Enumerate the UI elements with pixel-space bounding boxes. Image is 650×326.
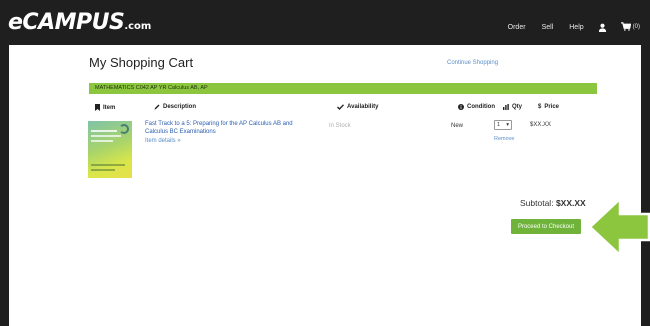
cart-count: (0) xyxy=(632,24,640,30)
nav-sell-link[interactable]: Sell xyxy=(542,24,554,31)
column-condition-label: Condition xyxy=(467,104,495,110)
nav-help-link[interactable]: Help xyxy=(569,24,583,31)
logo-suffix: .com xyxy=(124,21,152,32)
cart-content: My Shopping Cart Continue Shopping MATHE… xyxy=(9,45,641,326)
quantity-value: 1 xyxy=(497,122,501,128)
item-title-link[interactable]: Fast Track to a 5: Preparing for the AP … xyxy=(145,121,315,136)
column-item-label: Item xyxy=(103,104,116,111)
bookmark-icon xyxy=(95,104,100,111)
item-condition: New xyxy=(451,123,464,129)
pencil-icon xyxy=(154,104,160,110)
continue-shopping-link[interactable]: Continue Shopping xyxy=(447,60,498,66)
subtotal-label: Subtotal: xyxy=(520,198,554,208)
checkmark-icon xyxy=(337,104,344,110)
column-price: $ Price xyxy=(538,104,559,110)
column-qty-label: Qty xyxy=(512,104,523,110)
column-description-label: Description xyxy=(163,104,197,110)
pointer-arrow-icon xyxy=(588,196,650,258)
column-qty: Qty xyxy=(503,104,522,110)
quantity-select[interactable]: 1 ▾ xyxy=(494,120,512,130)
top-navigation-bar: eCAMPUS.com Order Sell Help (0) xyxy=(0,0,650,45)
column-item: Item xyxy=(95,104,115,111)
nav-order-link[interactable]: Order xyxy=(508,24,526,31)
dollar-icon: $ xyxy=(538,104,542,110)
user-icon[interactable] xyxy=(598,23,607,32)
header-nav: Order Sell Help (0) xyxy=(492,18,640,36)
cart-table-header: Item Description Availability Condition … xyxy=(89,104,597,114)
bar-chart-icon xyxy=(503,104,509,110)
info-icon xyxy=(458,104,464,110)
remove-item-link[interactable]: Remove xyxy=(494,136,514,142)
proceed-to-checkout-button[interactable]: Proceed to Checkout xyxy=(511,219,581,234)
page-title: My Shopping Cart xyxy=(89,55,194,70)
column-availability-label: Availability xyxy=(347,104,379,110)
ecampus-logo[interactable]: eCAMPUS.com xyxy=(8,10,151,35)
subtotal-value: $XX.XX xyxy=(555,198,586,208)
column-availability: Availability xyxy=(337,104,378,110)
cart-icon xyxy=(620,18,631,36)
item-details-link[interactable]: Item details » xyxy=(145,138,181,144)
column-price-label: Price xyxy=(544,104,560,110)
book-cover-thumbnail[interactable] xyxy=(88,121,132,178)
chevron-down-icon: ▾ xyxy=(506,122,509,128)
course-bar: MATHEMATICS C042 AP YR Calculus AB, AP xyxy=(89,83,597,94)
item-availability: In Stock xyxy=(329,123,351,129)
cart-button[interactable]: (0) xyxy=(620,18,640,36)
item-price: $XX.XX xyxy=(530,122,552,128)
column-description: Description xyxy=(154,104,196,110)
subtotal: Subtotal: $XX.XX xyxy=(520,198,586,208)
column-condition: Condition xyxy=(458,104,495,110)
logo-text: eCAMPUS xyxy=(8,10,125,35)
